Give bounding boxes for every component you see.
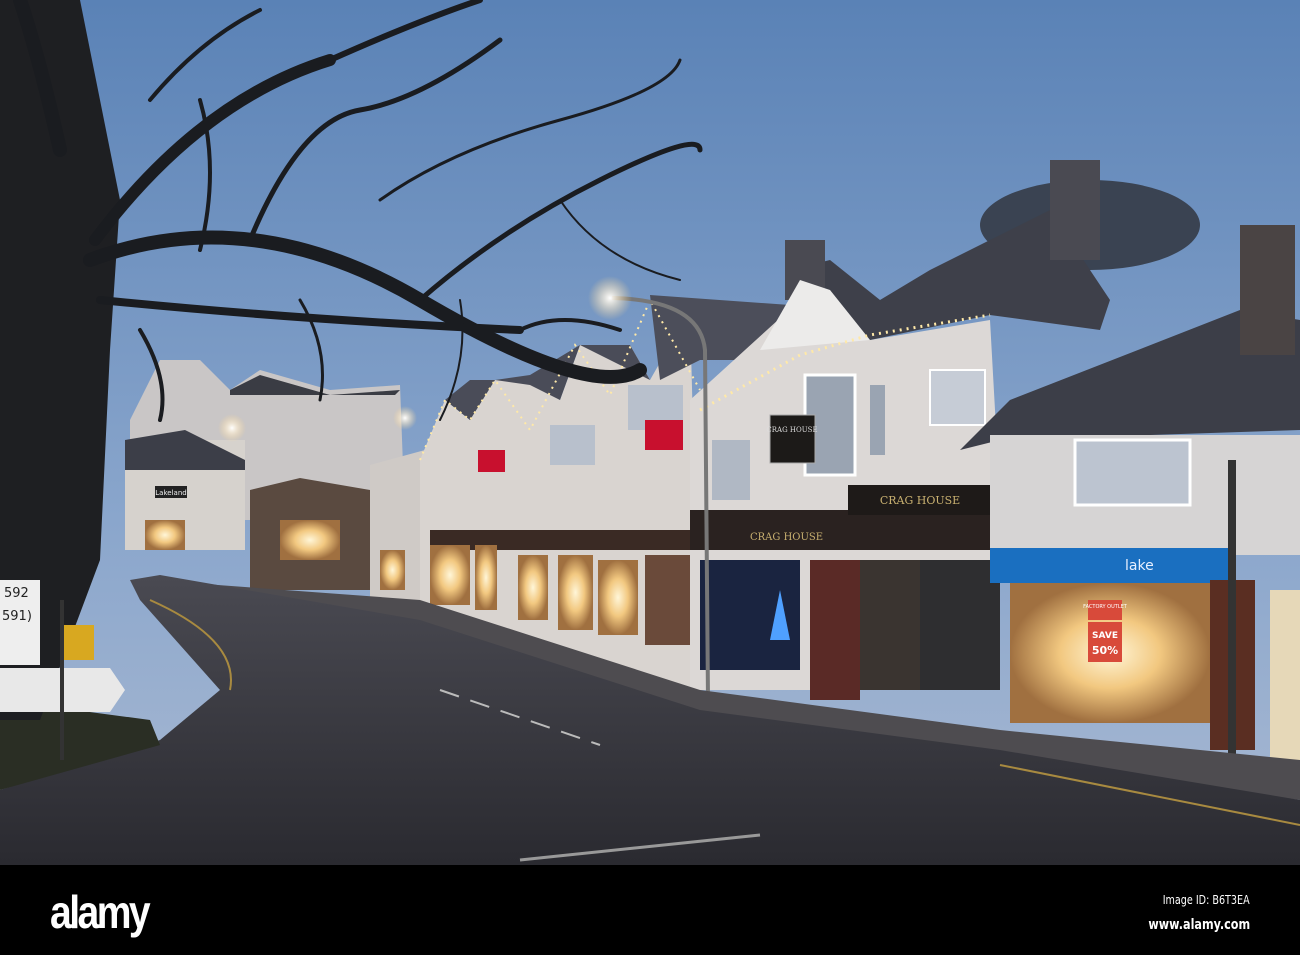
road-sign-591: 591) bbox=[2, 609, 32, 624]
save-percent-text: 50% bbox=[1092, 644, 1118, 657]
crag-house-hanging-text: CRAG HOUSE bbox=[766, 426, 817, 434]
image-id: Image ID: B6T3EA bbox=[1163, 893, 1250, 907]
lakeland-sign-text: Lakeland bbox=[155, 489, 186, 497]
watermark-url: www.alamy.com bbox=[1148, 917, 1250, 933]
lake-fascia bbox=[990, 548, 1235, 583]
crag-house-hanging-sign bbox=[769, 414, 816, 464]
street-photo: Lakeland CRAG HOUSE CRAG HOUSE CRAG HOUS… bbox=[0, 0, 1300, 865]
watermark-bar: alamy Image ID: B6T3EA www.alamy.com bbox=[0, 865, 1300, 955]
lake-fascia-text: lake bbox=[1125, 558, 1154, 574]
crag-house-fascia-text: CRAG HOUSE bbox=[880, 494, 960, 507]
road-sign-592: 592 bbox=[4, 586, 29, 601]
save-text: SAVE bbox=[1092, 631, 1118, 641]
alamy-logo: alamy bbox=[50, 886, 151, 938]
crag-house-fascia-text-2: CRAG HOUSE bbox=[750, 532, 823, 543]
factory-outlet-text: FACTORY OUTLET bbox=[1083, 604, 1128, 610]
